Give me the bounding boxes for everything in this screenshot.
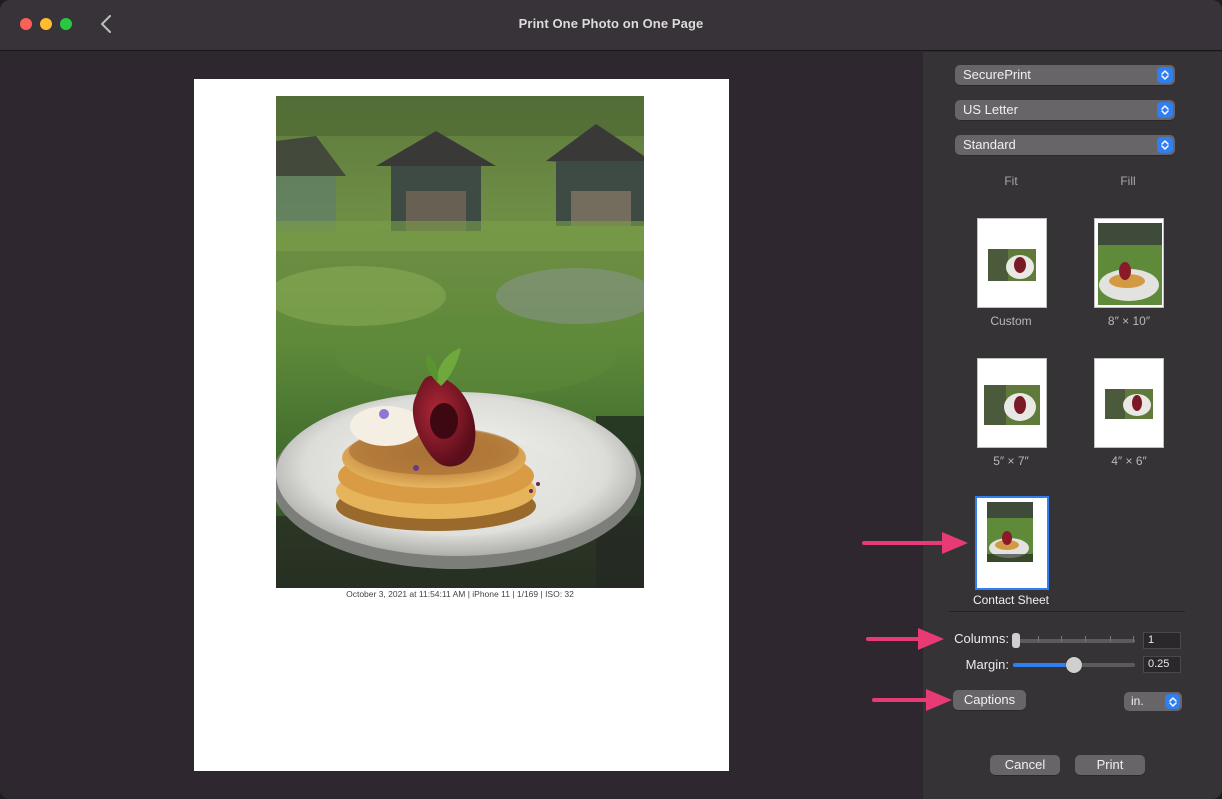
- margin-field[interactable]: 0.25: [1143, 656, 1181, 673]
- quality-popup[interactable]: Standard: [955, 135, 1175, 155]
- photo-caption: October 3, 2021 at 11:54:11 AM | iPhone …: [346, 589, 574, 599]
- printer-value: SecurePrint: [963, 67, 1031, 82]
- layout-custom-thumbnail[interactable]: [977, 218, 1047, 308]
- window-title: Print One Photo on One Page: [518, 16, 704, 31]
- slider-tick: [1061, 636, 1062, 642]
- units-value: in.: [1131, 694, 1144, 708]
- layout-4x6-thumbnail[interactable]: [1094, 358, 1164, 448]
- annotation-arrow-icon: [866, 628, 944, 650]
- print-settings-sidebar: SecurePrint US Letter Standard Fit Fill: [923, 52, 1222, 799]
- columns-slider-track[interactable]: [1015, 639, 1135, 643]
- slider-tick: [1133, 636, 1134, 642]
- popup-stepper-icon: [1157, 67, 1173, 83]
- annotation-arrow-icon: [872, 689, 952, 711]
- layout-contact-sheet-thumbnail[interactable]: [975, 496, 1049, 590]
- popup-stepper-icon: [1157, 102, 1173, 118]
- preview-page: October 3, 2021 at 11:54:11 AM | iPhone …: [194, 79, 729, 771]
- margin-label: Margin:: [965, 657, 1009, 672]
- quality-value: Standard: [963, 137, 1016, 152]
- columns-slider-knob[interactable]: [1012, 633, 1020, 648]
- margin-slider-knob[interactable]: [1066, 657, 1082, 673]
- layout-8x10-label: 8″ × 10″: [1107, 314, 1151, 328]
- cancel-button[interactable]: Cancel: [990, 755, 1060, 775]
- layout-5x7-thumbnail[interactable]: [977, 358, 1047, 448]
- popup-stepper-icon: [1157, 137, 1173, 153]
- paper-size-popup[interactable]: US Letter: [955, 100, 1175, 120]
- print-button[interactable]: Print: [1075, 755, 1145, 775]
- popup-stepper-icon: [1165, 694, 1180, 709]
- sidebar-divider: [949, 611, 1185, 612]
- columns-label: Columns:: [954, 631, 1009, 646]
- slider-tick: [1038, 636, 1039, 642]
- columns-field[interactable]: 1: [1143, 632, 1181, 649]
- layout-contact-sheet-label: Contact Sheet: [972, 593, 1050, 607]
- layout-custom-label: Custom: [990, 314, 1032, 328]
- printer-popup[interactable]: SecurePrint: [955, 65, 1175, 85]
- annotation-arrow-icon: [862, 532, 968, 554]
- title-bar: Print One Photo on One Page: [0, 0, 1222, 51]
- captions-button[interactable]: Captions: [953, 690, 1026, 710]
- layout-8x10-thumbnail[interactable]: [1094, 218, 1164, 308]
- print-preview-pane: October 3, 2021 at 11:54:11 AM | iPhone …: [0, 52, 923, 799]
- preview-photo: [276, 96, 644, 588]
- units-popup[interactable]: in.: [1124, 692, 1182, 711]
- paper-size-value: US Letter: [963, 102, 1018, 117]
- slider-tick: [1110, 636, 1111, 642]
- fit-header: Fit: [1004, 174, 1018, 188]
- print-window: Print One Photo on One Page October 3, 2…: [0, 0, 1222, 799]
- slider-tick: [1085, 636, 1086, 642]
- fill-header: Fill: [1120, 174, 1136, 188]
- layout-5x7-label: 5″ × 7″: [993, 454, 1029, 468]
- layout-4x6-label: 4″ × 6″: [1111, 454, 1147, 468]
